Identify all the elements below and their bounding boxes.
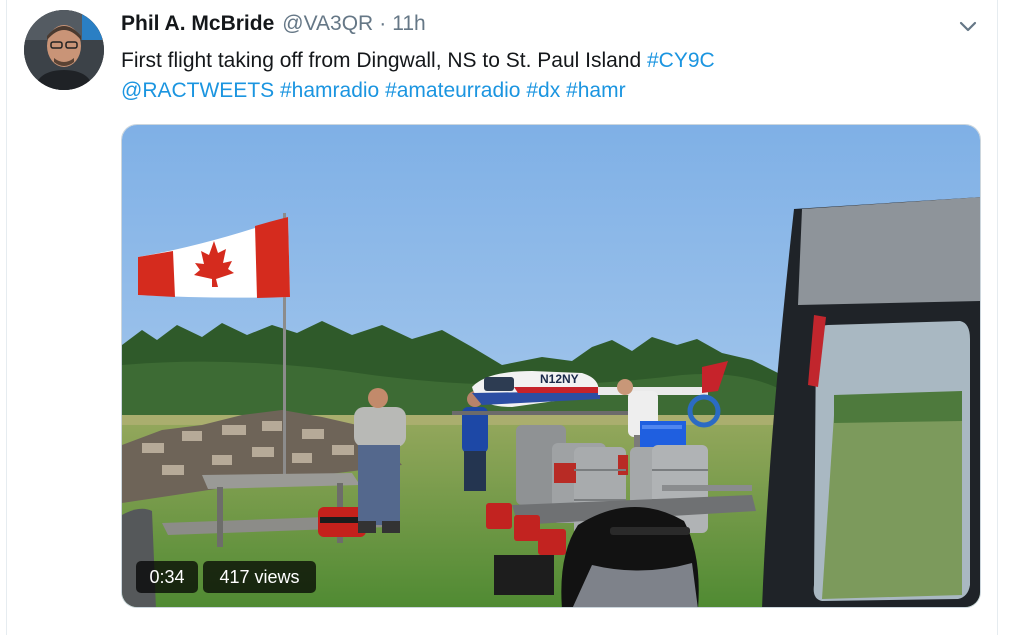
chevron-down-icon: [959, 21, 977, 32]
hashtag-cy9c[interactable]: #CY9C: [647, 49, 715, 72]
video-frame: N12NY: [122, 125, 980, 607]
helicopter-registration: N12NY: [540, 372, 579, 386]
vehicle-door: [762, 197, 980, 607]
tweet-header: Phil A. McBride @VA3QR · 11h: [121, 12, 426, 40]
avatar[interactable]: [24, 10, 104, 90]
user-handle[interactable]: @VA3QR: [282, 12, 373, 36]
avatar-image: [24, 10, 104, 90]
timestamp[interactable]: 11h: [392, 12, 425, 36]
hashtag-hamradio[interactable]: #hamradio: [280, 79, 379, 102]
separator-dot: ·: [379, 12, 387, 35]
tweet-text-body: First flight taking off from Dingwall, N…: [121, 49, 647, 72]
hashtag-hamr[interactable]: #hamr: [566, 79, 626, 102]
video-duration-badge: 0:34: [136, 561, 198, 593]
tweet-text: First flight taking off from Dingwall, N…: [121, 46, 961, 106]
blue-crate: [640, 421, 686, 447]
hashtag-amateurradio[interactable]: #amateurradio: [385, 79, 520, 102]
mention-ractweets[interactable]: @RACTWEETS: [121, 79, 274, 102]
hashtag-dx[interactable]: #dx: [526, 79, 560, 102]
video-player[interactable]: N12NY: [121, 124, 981, 608]
foreground-post: [122, 508, 156, 607]
tweet-menu-button[interactable]: [955, 14, 981, 40]
person-left: [354, 388, 406, 533]
display-name[interactable]: Phil A. McBride: [121, 12, 274, 36]
view-count-badge: 417 views: [203, 561, 316, 593]
